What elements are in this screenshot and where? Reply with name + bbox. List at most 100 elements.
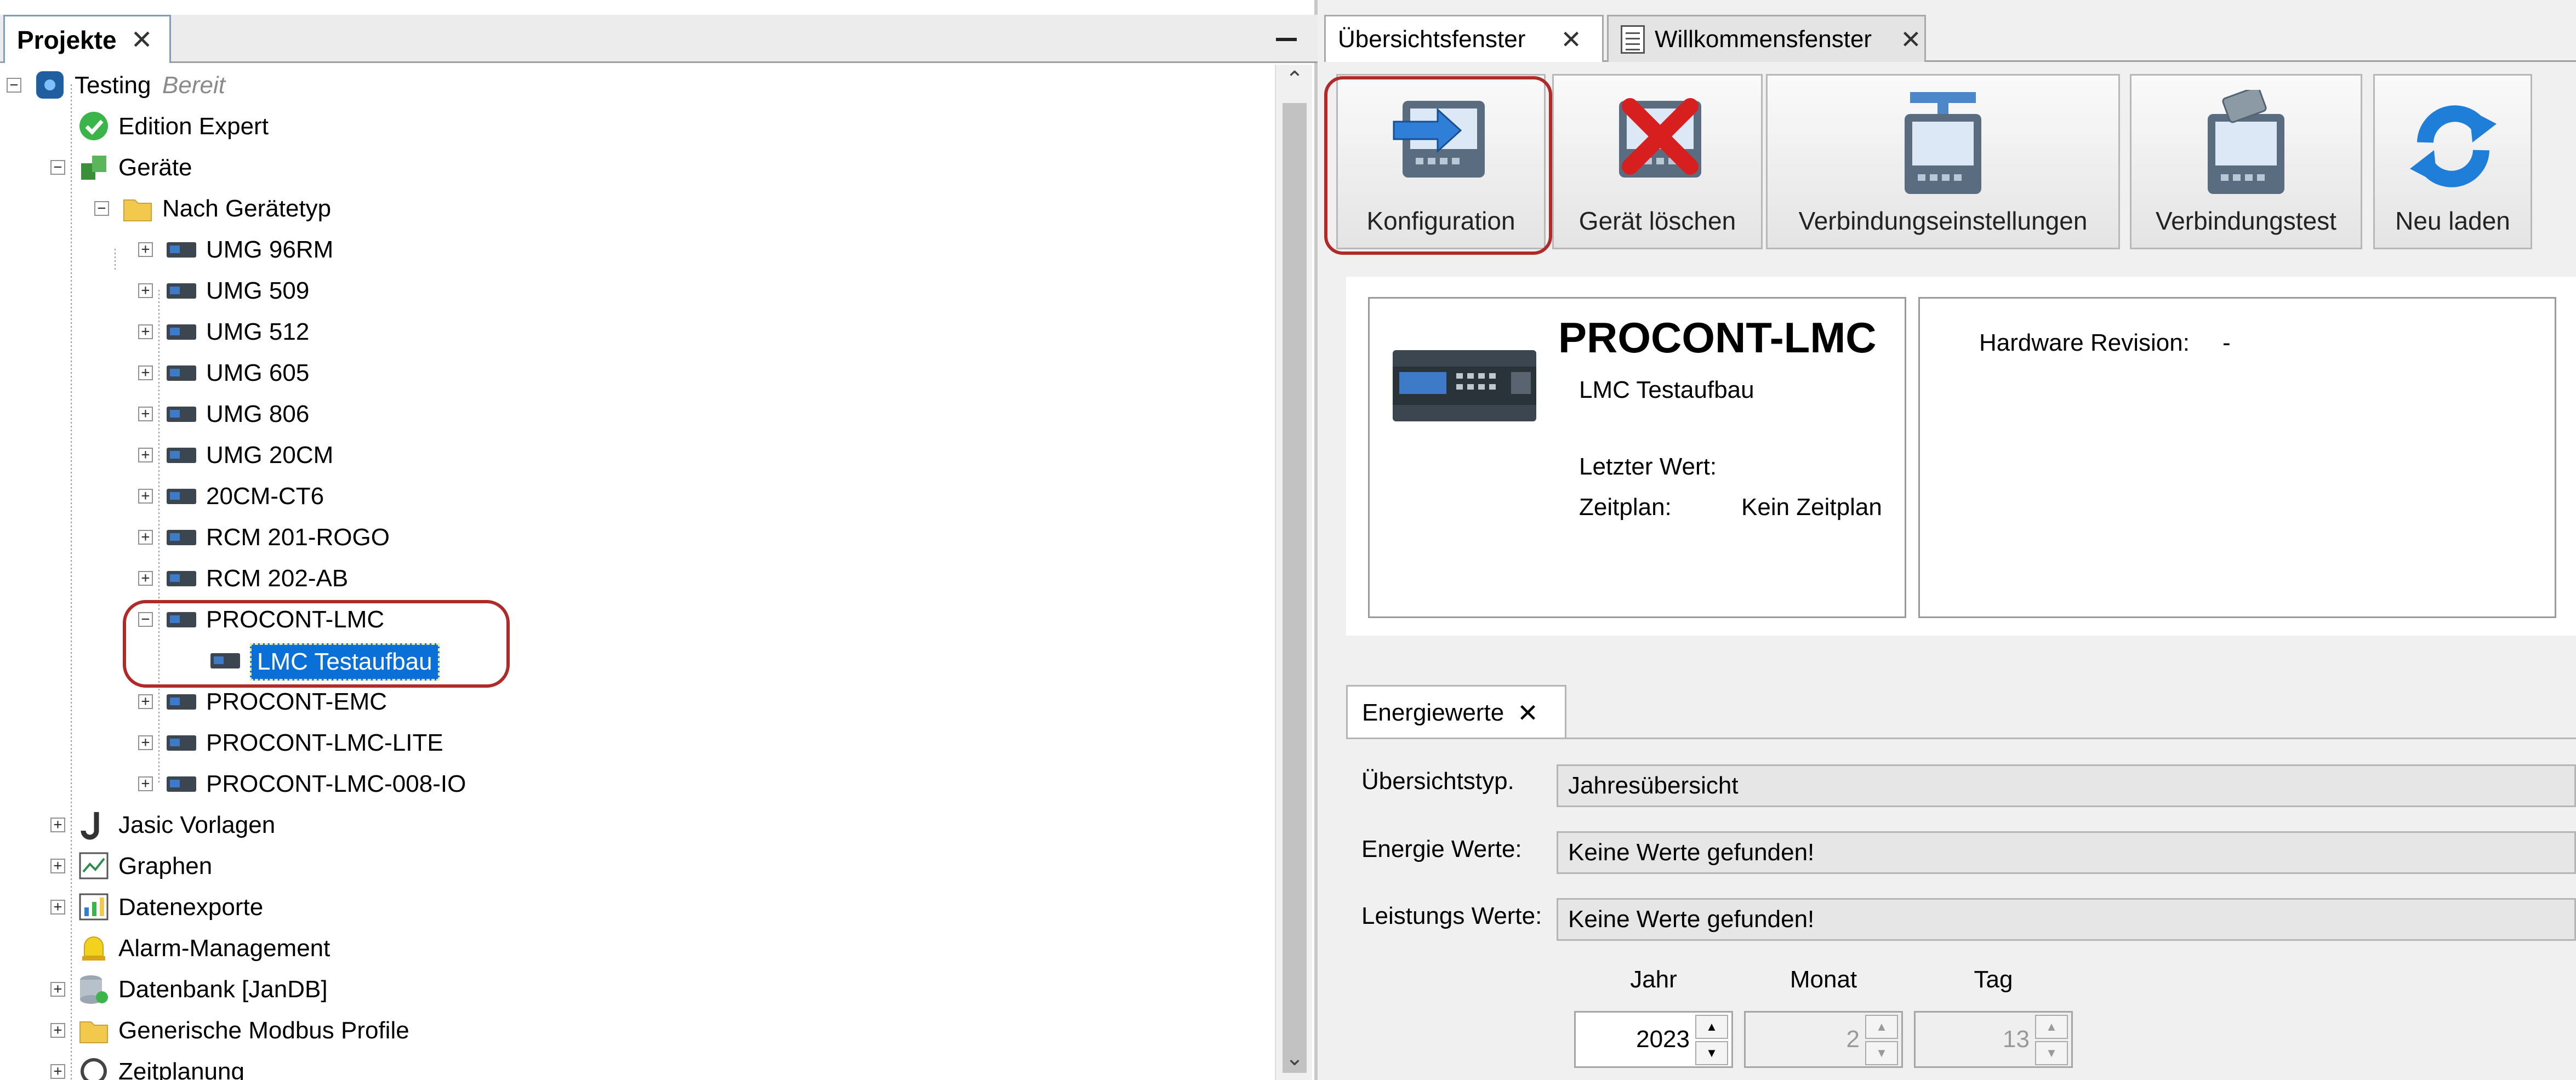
year-spinner[interactable]: 2023 ▲ ▼	[1574, 1011, 1733, 1068]
tree-item-label: PROCONT-LMC-LITE	[206, 729, 443, 756]
tree-item-label: UMG 512	[206, 318, 310, 345]
tree-item[interactable]: Edition Expert	[3, 106, 1264, 147]
scroll-down-icon[interactable]: ⌄	[1276, 1045, 1313, 1078]
schedule-label: Zeitplan:	[1579, 494, 1672, 521]
close-icon[interactable]: ✕	[1560, 25, 1582, 54]
tree-item[interactable]: + Zeitplanung	[3, 1051, 1264, 1080]
year-label: Jahr	[1630, 966, 1677, 993]
device-icon	[167, 735, 196, 751]
device-icon	[210, 653, 240, 668]
expand-icon[interactable]: +	[138, 776, 153, 791]
device-icon	[167, 324, 196, 340]
connection-test-label: Verbindungstest	[2156, 207, 2336, 235]
connection-test-button[interactable]: Verbindungstest	[2130, 74, 2362, 249]
expand-icon[interactable]: +	[138, 448, 153, 462]
decrement-icon[interactable]: ▼	[1695, 1041, 1728, 1065]
tab-energy-values[interactable]: Energiewerte ✕	[1346, 685, 1566, 739]
expand-icon[interactable]: +	[138, 283, 153, 298]
tree-scrollbar[interactable]: ⌃ ⌄	[1275, 65, 1312, 1080]
tree-item-selected[interactable]: LMC Testaufbau	[3, 640, 1264, 681]
tree-item[interactable]: + PROCONT-LMC-LITE	[3, 722, 1264, 763]
tree-item[interactable]: + UMG 806	[3, 393, 1264, 435]
expand-icon[interactable]: +	[50, 1023, 65, 1038]
collapse-icon[interactable]: −	[7, 78, 21, 93]
overview-type-select[interactable]: Jahresübersicht	[1557, 764, 2576, 807]
tree-item[interactable]: +20CM-CT6	[3, 476, 1264, 517]
connection-settings-button[interactable]: Verbindungseinstellungen	[1766, 74, 2120, 249]
energy-values-panel: Übersichtstyp. Jahresübersicht Energie W…	[1346, 738, 2576, 1080]
folder-icon	[79, 1021, 108, 1043]
expand-icon[interactable]: +	[50, 859, 65, 873]
tab-welcome[interactable]: Willkommensfenster ✕	[1607, 15, 1926, 62]
expand-icon[interactable]: +	[138, 735, 153, 750]
tree-item[interactable]: + Jasic Vorlagen	[3, 804, 1264, 845]
tree-item-label: PROCONT-EMC	[206, 688, 387, 715]
tree-item[interactable]: + UMG 20CM	[3, 435, 1264, 476]
tree-item-label: PROCONT-LMC	[206, 606, 385, 633]
power-values-field: Keine Werte gefunden!	[1557, 898, 2576, 941]
tree-item[interactable]: + PROCONT-EMC	[3, 681, 1264, 722]
expand-icon[interactable]: +	[138, 489, 153, 504]
month-value: 2	[1846, 1026, 1860, 1053]
tree-item[interactable]: − Testing Bereit	[3, 65, 1264, 106]
expand-icon[interactable]: +	[138, 407, 153, 421]
scroll-up-icon[interactable]: ⌃	[1276, 67, 1313, 100]
tree-item[interactable]: + RCM 201-ROGO	[3, 517, 1264, 558]
tree-item[interactable]: + Datenbank [JanDB]	[3, 969, 1264, 1010]
tree-item[interactable]: + UMG 512	[3, 311, 1264, 352]
scrollbar-thumb[interactable]	[1283, 103, 1307, 1073]
expand-icon[interactable]: +	[138, 324, 153, 339]
tab-overview[interactable]: Übersichtsfenster ✕	[1324, 15, 1604, 62]
projects-tabbar: Projekte ✕	[0, 15, 1318, 63]
tree-item[interactable]: − Geräte	[3, 147, 1264, 188]
graph-icon	[79, 852, 109, 879]
expand-icon[interactable]: +	[138, 365, 153, 380]
tree-item[interactable]: − Nach Gerätetyp	[3, 188, 1264, 229]
expand-icon[interactable]: +	[50, 982, 65, 997]
connection-settings-icon	[1905, 92, 1981, 194]
tree-item[interactable]: + UMG 605	[3, 352, 1264, 393]
delete-device-label: Gerät löschen	[1578, 207, 1736, 235]
expand-icon[interactable]: +	[50, 818, 65, 832]
collapse-icon[interactable]: −	[138, 612, 153, 627]
close-icon[interactable]: ✕	[131, 25, 153, 55]
expand-icon[interactable]: +	[50, 1064, 65, 1079]
tree-item-label: 20CM-CT6	[206, 483, 324, 510]
device-icon	[167, 448, 196, 463]
hardware-revision-value: -	[2222, 329, 2231, 356]
tree-item[interactable]: + Graphen	[3, 845, 1264, 887]
expand-icon[interactable]: +	[138, 694, 153, 709]
tree-item[interactable]: + RCM 202-AB	[3, 558, 1264, 599]
minimize-icon[interactable]	[1276, 38, 1297, 41]
increment-icon[interactable]: ▲	[1695, 1015, 1728, 1039]
collapse-icon[interactable]: −	[50, 160, 65, 175]
device-icon	[167, 283, 196, 299]
project-icon	[36, 71, 64, 99]
expand-icon[interactable]: +	[138, 530, 153, 545]
tree-item-label: UMG 509	[206, 277, 310, 304]
tree-item[interactable]: + Datenexporte	[3, 887, 1264, 928]
projects-tab[interactable]: Projekte ✕	[3, 15, 171, 63]
tree-item[interactable]: − PROCONT-LMC	[3, 599, 1264, 640]
expand-icon[interactable]: +	[138, 242, 153, 257]
tree-item-label: Graphen	[118, 853, 213, 879]
tree-item[interactable]: Alarm-Management	[3, 928, 1264, 969]
devices-icon	[81, 156, 106, 180]
tree-item[interactable]: + Generische Modbus Profile	[3, 1010, 1264, 1051]
close-icon[interactable]: ✕	[1900, 25, 1922, 54]
collapse-icon[interactable]: −	[94, 201, 109, 216]
tree-item[interactable]: + PROCONT-LMC-008-IO	[3, 763, 1264, 804]
year-value: 2023	[1636, 1026, 1690, 1053]
expand-icon[interactable]: +	[138, 571, 153, 586]
close-icon[interactable]: ✕	[1517, 698, 1538, 728]
tree-item[interactable]: + UMG 509	[3, 270, 1264, 311]
expand-icon[interactable]: +	[50, 900, 65, 915]
device-image	[1393, 350, 1536, 421]
configuration-button[interactable]: Konfiguration	[1336, 74, 1546, 249]
device-icon	[167, 530, 196, 545]
device-icon	[167, 407, 196, 422]
delete-device-button[interactable]: Gerät löschen	[1552, 74, 1763, 249]
tree-item[interactable]: + UMG 96RM	[3, 229, 1264, 270]
reload-button[interactable]: Neu laden	[2373, 74, 2532, 249]
tree-item-label: LMC Testaufbau	[250, 643, 440, 681]
